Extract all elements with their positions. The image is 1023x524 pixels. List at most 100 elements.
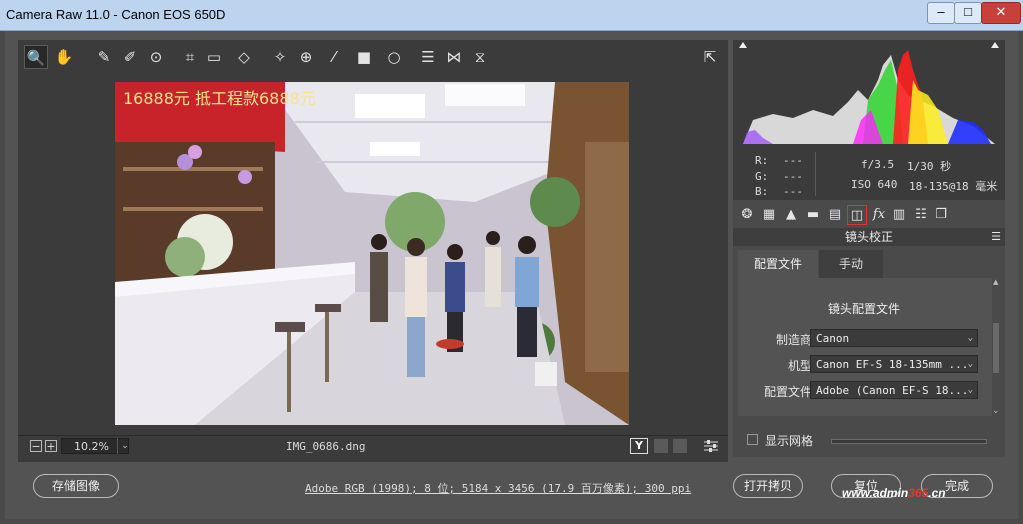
section-title: 镜头配置文件 bbox=[827, 302, 900, 316]
ellipse-icon: ○ bbox=[387, 48, 401, 66]
profile-section: 镜头配置文件 制造商: Canon ⌄ 机型: Canon EF-S 18-135… bbox=[738, 278, 1000, 416]
split-toning-icon[interactable]: ▤ bbox=[825, 205, 845, 225]
minimize-button[interactable]: – bbox=[927, 2, 955, 24]
panel-scrollbar[interactable]: ▲ ⌄ bbox=[992, 278, 1000, 416]
g-label: G: bbox=[755, 170, 769, 183]
photo-banner-text: 16888元 抵工程款6888元 bbox=[123, 89, 316, 108]
histogram bbox=[733, 40, 1005, 150]
radial-filter-tool[interactable]: ○ bbox=[382, 45, 406, 69]
effects-icon[interactable]: fx bbox=[869, 205, 889, 225]
hourglass-icon: ⧖ bbox=[474, 48, 486, 66]
brush-spot-icon: ✧ bbox=[273, 48, 287, 66]
show-grid-label: 显示网格 bbox=[765, 434, 814, 448]
preview-pane: ⇱ 🔍 ✋ ✎ ✐ ⊙ ⌗ ▭ ◇ ✧ ⊕ ⁄ ■ ○ ☰ ⋈ ⧖ 16888元 抵工程款6888元 bbox=[18, 40, 728, 469]
make-value: Canon bbox=[816, 332, 850, 345]
r-value: --- bbox=[783, 154, 803, 167]
crop-icon: ⌗ bbox=[185, 48, 195, 66]
profile-select[interactable]: Adobe (Canon EF-S 18... ⌄ bbox=[810, 381, 978, 399]
red-eye-tool[interactable]: ⊕ bbox=[294, 45, 318, 69]
histogram-graph bbox=[739, 42, 999, 144]
zoom-tool[interactable]: 🔍 bbox=[24, 45, 48, 69]
magnifier-icon: 🔍 bbox=[26, 49, 46, 67]
chevron-down-icon: ⌄ bbox=[967, 333, 973, 343]
open-copy-button[interactable]: 打开拷贝 bbox=[733, 474, 803, 498]
color-sampler-tool[interactable]: ✐ bbox=[118, 45, 142, 69]
transform-icon: ◇ bbox=[238, 48, 250, 66]
model-select[interactable]: Canon EF-S 18-135mm ... ⌄ bbox=[810, 355, 978, 373]
workflow-options-link[interactable]: Adobe RGB (1998); 8 位; 5184 x 3456 (17.9… bbox=[305, 480, 691, 496]
tab-manual[interactable]: 手动 bbox=[819, 250, 883, 278]
crop-tool[interactable]: ⌗ bbox=[178, 45, 202, 69]
show-grid-checkbox[interactable] bbox=[747, 434, 758, 445]
panel-menu-icon[interactable]: ☰ bbox=[991, 228, 1001, 246]
scroll-up-icon[interactable]: ▲ bbox=[993, 278, 998, 286]
graduated-filter-tool[interactable]: ■ bbox=[352, 45, 376, 69]
close-button[interactable]: ✕ bbox=[981, 2, 1021, 24]
flip-icon: ⋈ bbox=[446, 48, 462, 66]
lens-tabs: 配置文件 手动 bbox=[733, 248, 1005, 278]
rotate-left-tool[interactable]: ⋈ bbox=[442, 45, 466, 69]
panel-title: 镜头校正 ☰ bbox=[733, 228, 1005, 246]
tone-curve-icon[interactable]: ▦ bbox=[759, 205, 779, 225]
panel-tabs: ❂ ▦ ▲ ▬ ▤ ◫ fx ▥ ☷ ❐ bbox=[733, 203, 1005, 227]
preferences-tool[interactable]: ☰ bbox=[416, 45, 440, 69]
target-icon: ⊙ bbox=[149, 48, 163, 66]
snapshots-icon[interactable]: ❐ bbox=[931, 205, 951, 225]
transform-tool[interactable]: ◇ bbox=[232, 45, 256, 69]
targeted-adjustment-tool[interactable]: ⊙ bbox=[144, 45, 168, 69]
chevron-down-icon: ⌄ bbox=[967, 385, 973, 395]
b-value: --- bbox=[783, 185, 803, 198]
adjustments-pane: R: --- G: --- B: --- f/3.5 1/30 秒 ISO 64… bbox=[733, 40, 1005, 457]
chevron-down-icon[interactable]: ⌄ bbox=[117, 438, 132, 454]
chevron-down-icon: ⌄ bbox=[967, 359, 973, 369]
spot-removal-tool[interactable]: ✧ bbox=[268, 45, 292, 69]
sliders-icon[interactable] bbox=[702, 438, 720, 454]
white-balance-tool[interactable]: ✎ bbox=[92, 45, 116, 69]
zoom-level-value: 10.2% bbox=[74, 440, 109, 453]
scroll-down-icon[interactable]: ⌄ bbox=[992, 406, 1000, 416]
grid-size-slider[interactable] bbox=[831, 439, 987, 444]
preview-canvas[interactable]: 16888元 抵工程款6888元 bbox=[18, 74, 728, 469]
zoom-out-button[interactable]: − bbox=[30, 440, 42, 452]
make-select[interactable]: Canon ⌄ bbox=[810, 329, 978, 347]
aperture-value: f/3.5 bbox=[861, 158, 895, 171]
show-grid-row: 显示网格 bbox=[733, 428, 1005, 452]
zoom-in-button[interactable]: + bbox=[45, 440, 57, 452]
shadow-clipping-warning-icon bbox=[739, 42, 747, 48]
panel-title-text: 镜头校正 bbox=[844, 230, 893, 244]
preview-status-bar: − + 10.2% ⌄ IMG_0686.dng Y bbox=[18, 435, 728, 458]
save-image-button[interactable]: 存储图像 bbox=[33, 474, 119, 498]
scrollbar-thumb[interactable] bbox=[993, 323, 999, 373]
hand-tool[interactable]: ✋ bbox=[52, 45, 76, 69]
detail-icon[interactable]: ▲ bbox=[781, 205, 801, 225]
lens-value: 18-135@18 毫米 bbox=[909, 180, 998, 193]
shutter-value: 1/30 秒 bbox=[907, 160, 952, 173]
eyedropper-icon: ✎ bbox=[97, 48, 111, 66]
presets-icon[interactable]: ☷ bbox=[911, 205, 931, 225]
hand-icon: ✋ bbox=[54, 48, 74, 66]
swap-icon[interactable] bbox=[673, 439, 687, 453]
straighten-tool[interactable]: ▭ bbox=[202, 45, 226, 69]
photo-preview[interactable]: 16888元 抵工程款6888元 bbox=[115, 82, 629, 425]
rgb-readout: R: --- G: --- B: --- f/3.5 1/30 秒 ISO 64… bbox=[733, 150, 1005, 200]
camera-calibration-icon[interactable]: ▥ bbox=[889, 205, 909, 225]
basic-icon[interactable]: ❂ bbox=[737, 205, 757, 225]
lens-corrections-icon[interactable]: ◫ bbox=[847, 205, 867, 225]
compare-icon[interactable] bbox=[654, 439, 668, 453]
brush-icon: ⁄ bbox=[332, 48, 336, 66]
file-name: IMG_0686.dng bbox=[286, 440, 366, 453]
toolbar: ⇱ 🔍 ✋ ✎ ✐ ⊙ ⌗ ▭ ◇ ✧ ⊕ ⁄ ■ ○ ☰ ⋈ ⧖ bbox=[18, 40, 728, 74]
b-label: B: bbox=[755, 185, 769, 198]
hsl-icon[interactable]: ▬ bbox=[803, 205, 823, 225]
adjustment-brush-tool[interactable]: ⁄ bbox=[322, 45, 346, 69]
before-after-y-button[interactable]: Y bbox=[630, 438, 648, 454]
profile-value: Adobe (Canon EF-S 18... bbox=[816, 384, 969, 397]
tab-profile[interactable]: 配置文件 bbox=[738, 250, 818, 278]
list-icon: ☰ bbox=[421, 48, 435, 66]
maximize-button[interactable]: □ bbox=[954, 2, 982, 24]
fullscreen-button[interactable]: ⇱ bbox=[698, 45, 722, 69]
gradient-icon: ■ bbox=[356, 48, 372, 66]
eyedropper-plus-icon: ✐ bbox=[123, 48, 137, 66]
rotate-right-tool[interactable]: ⧖ bbox=[468, 45, 492, 69]
window-titlebar: Camera Raw 11.0 - Canon EOS 650D – □ ✕ bbox=[0, 0, 1023, 31]
